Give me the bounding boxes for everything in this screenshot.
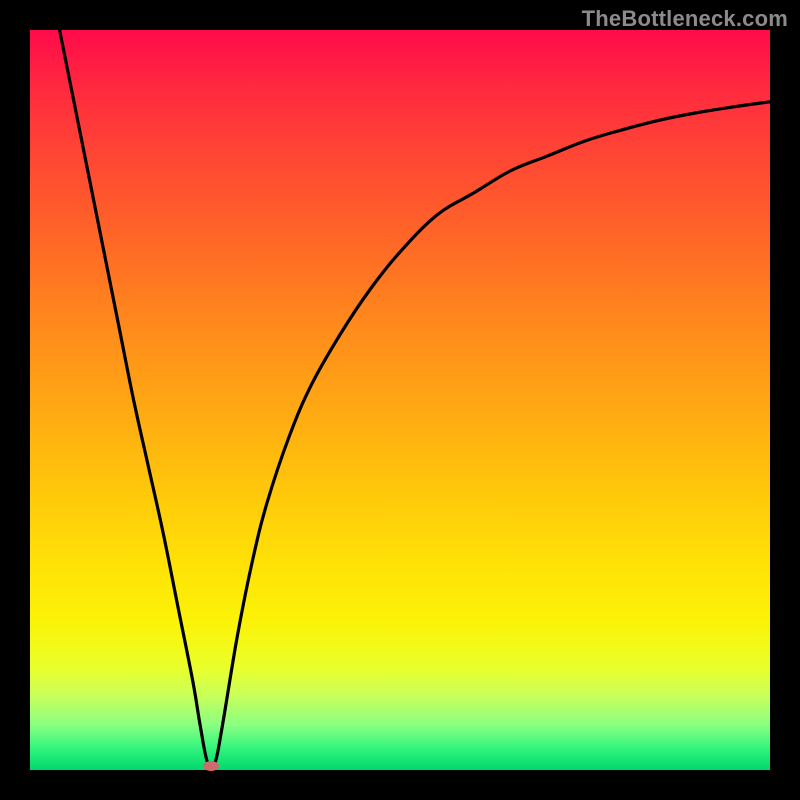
curve-svg — [30, 30, 770, 770]
minimum-marker — [203, 761, 219, 771]
plot-area — [30, 30, 770, 770]
bottleneck-curve — [60, 30, 770, 768]
chart-frame: TheBottleneck.com — [0, 0, 800, 800]
watermark-text: TheBottleneck.com — [582, 6, 788, 32]
